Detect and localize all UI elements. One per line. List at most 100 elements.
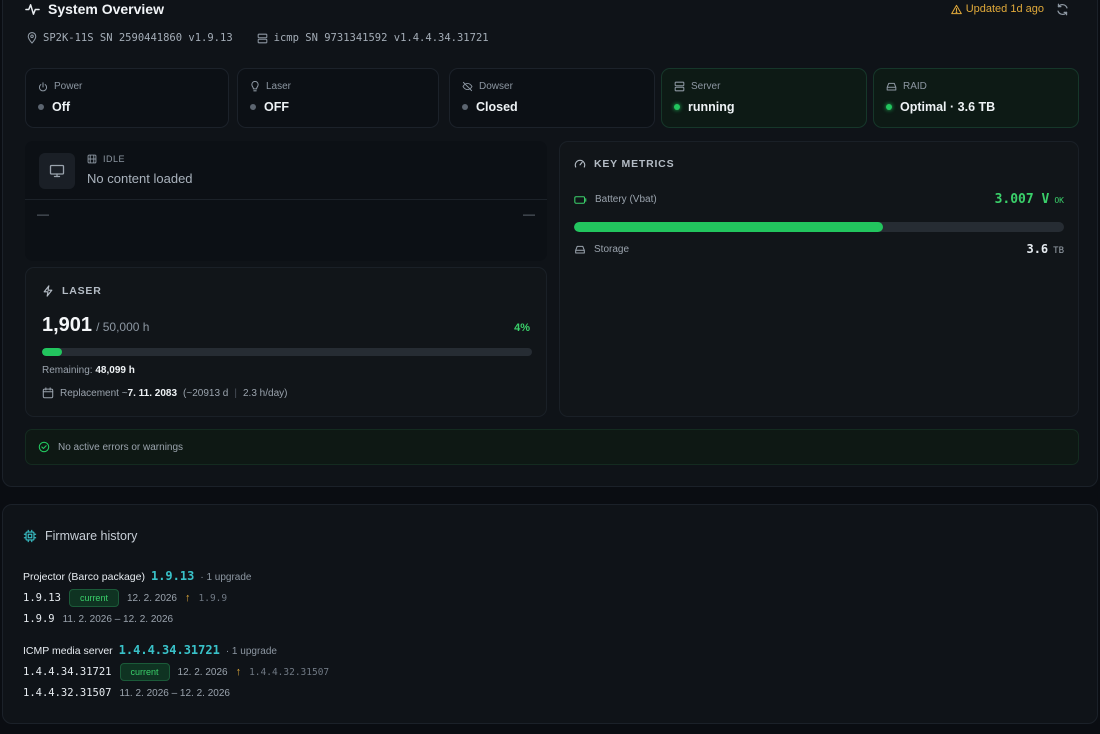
- firmware-version: 1.9.13: [23, 592, 61, 604]
- hard-drive-icon: [886, 81, 897, 92]
- tile-label: RAID: [903, 81, 927, 92]
- storage-value: 3.6: [1026, 242, 1049, 256]
- gauge-icon: [574, 158, 586, 170]
- device-info: SP2K-11S SN 2590441860 v1.9.13 icmp SN 9…: [27, 31, 489, 45]
- battery-progress-track: [574, 222, 1064, 232]
- firmware-version: 1.4.4.32.31507: [23, 687, 112, 699]
- laser-remaining: Remaining: 48,099 h: [42, 365, 135, 376]
- firmware-version: 1.4.4.34.31721: [23, 666, 112, 678]
- current-badge: current: [68, 589, 119, 607]
- hard-drive-icon: [574, 244, 586, 255]
- playback-state: IDLE: [87, 154, 125, 164]
- firmware-date: 12. 2. 2026: [126, 592, 177, 604]
- monitor-icon: [39, 153, 75, 189]
- divider: [25, 199, 547, 200]
- laser-title: LASER: [62, 285, 102, 297]
- calendar-icon: [42, 387, 54, 399]
- battery-label: Battery (Vbat): [595, 194, 657, 205]
- battery-value: 3.007 V: [994, 192, 1050, 207]
- replacement-date: 7. 11. 2083: [127, 387, 178, 399]
- tile-value: OFF: [264, 100, 289, 114]
- status-tile-power: Power Off: [25, 68, 229, 128]
- status-dot: [886, 104, 892, 110]
- status-dot: [250, 104, 256, 110]
- lightbulb-icon: [250, 81, 260, 92]
- content-panel: IDLE No content loaded — —: [25, 141, 547, 261]
- check-circle-icon: [38, 441, 50, 453]
- lightning-icon: [42, 285, 54, 297]
- firmware-row: 1.9.13 current 12. 2. 2026 ↑ 1.9.9: [23, 589, 227, 607]
- power-icon: [38, 81, 48, 92]
- status-dot: [38, 104, 44, 110]
- laser-progress-fill: [42, 348, 62, 356]
- chip-icon: [23, 529, 37, 543]
- arrow-up-icon: ↑: [235, 666, 242, 678]
- laser-replacement: Replacement ~7. 11. 2083 (~20913 d | 2.3…: [42, 387, 287, 399]
- metric-storage: Storage 3.6 TB: [574, 242, 1064, 256]
- firmware-group-icmp: ICMP media server 1.4.4.34.31721 · 1 upg…: [23, 643, 277, 657]
- firmware-row: 1.4.4.32.31507 11. 2. 2026 – 12. 2. 2026: [23, 687, 230, 699]
- server-icon: [257, 33, 268, 44]
- status-dot: [462, 104, 468, 110]
- errors-message: No active errors or warnings: [58, 441, 184, 453]
- warning-icon: [950, 4, 962, 15]
- laser-hours-total: / 50,000 h: [96, 320, 150, 334]
- tile-value: running: [688, 100, 735, 114]
- firmware-row: 1.4.4.34.31721 current 12. 2. 2026 ↑ 1.4…: [23, 663, 329, 681]
- activity-icon: [25, 2, 40, 17]
- laser-progress-track: [42, 348, 532, 356]
- battery-progress-fill: [574, 222, 883, 232]
- status-tile-server: Server running: [661, 68, 867, 128]
- tile-label: Dowser: [479, 81, 513, 92]
- group-upgrades: · 1 upgrade: [225, 646, 277, 657]
- firmware-header: Firmware history: [23, 529, 137, 543]
- status-dot: [674, 104, 680, 110]
- remaining-value: 48,099 h: [95, 365, 135, 376]
- tile-value: Optimal · 3.6 TB: [900, 100, 996, 114]
- replacement-rate: 2.3 h/day): [242, 387, 288, 399]
- firmware-date-range: 11. 2. 2026 – 12. 2. 2026: [62, 613, 174, 625]
- location-pin-icon: [27, 32, 37, 44]
- page-title: System Overview: [48, 1, 164, 17]
- previous-version: 1.4.4.32.31507: [249, 666, 330, 678]
- tile-label: Laser: [266, 81, 292, 92]
- laser-hours-value: 1,901: [42, 314, 93, 336]
- metrics-title: KEY METRICS: [594, 158, 675, 170]
- laser-card: LASER 1,901 / 50,000 h 4% Remaining: 48,…: [25, 267, 547, 417]
- tile-label: Server: [691, 81, 721, 92]
- updated-text: Updated 1d ago: [965, 3, 1044, 15]
- idle-label: IDLE: [103, 154, 126, 164]
- content-message: No content loaded: [87, 171, 193, 186]
- group-name: Projector (Barco package): [23, 571, 145, 583]
- firmware-group-projector: Projector (Barco package) 1.9.13 · 1 upg…: [23, 569, 252, 583]
- battery-icon: [574, 195, 587, 205]
- server-id: icmp SN 9731341592 v1.4.4.34.31721: [273, 32, 489, 44]
- firmware-date-range: 11. 2. 2026 – 12. 2. 2026: [119, 687, 230, 699]
- replacement-days: (~20913 d: [183, 387, 229, 399]
- refresh-icon[interactable]: [1056, 3, 1069, 16]
- group-name: ICMP media server: [23, 645, 113, 657]
- content-right-placeholder: —: [523, 207, 535, 221]
- tile-label: Power: [54, 81, 83, 92]
- overview-header: System Overview: [25, 1, 164, 17]
- replacement-label: Replacement ~: [60, 387, 128, 399]
- tile-value: Closed: [476, 100, 518, 114]
- key-metrics-card: KEY METRICS Battery (Vbat) 3.007 V OK St…: [559, 141, 1079, 417]
- system-overview-card: System Overview Updated 1d ago SP2K-11S …: [2, 0, 1098, 487]
- errors-status-bar: No active errors or warnings: [25, 429, 1079, 465]
- firmware-history-card: Firmware history Projector (Barco packag…: [2, 504, 1098, 724]
- group-current-version: 1.4.4.34.31721: [118, 643, 220, 657]
- group-current-version: 1.9.13: [150, 569, 195, 583]
- laser-percent: 4%: [514, 322, 530, 334]
- status-tile-raid: RAID Optimal · 3.6 TB: [873, 68, 1079, 128]
- firmware-title: Firmware history: [45, 529, 138, 543]
- group-upgrades: · 1 upgrade: [200, 572, 252, 583]
- battery-status: OK: [1054, 196, 1064, 205]
- laser-header: LASER: [42, 285, 102, 297]
- status-tile-laser: Laser OFF: [237, 68, 439, 128]
- firmware-version: 1.9.9: [23, 613, 55, 625]
- laser-hours: 1,901 / 50,000 h: [42, 314, 149, 337]
- metrics-header: KEY METRICS: [574, 158, 674, 170]
- arrow-up-icon: ↑: [185, 592, 191, 604]
- film-icon: [87, 154, 97, 164]
